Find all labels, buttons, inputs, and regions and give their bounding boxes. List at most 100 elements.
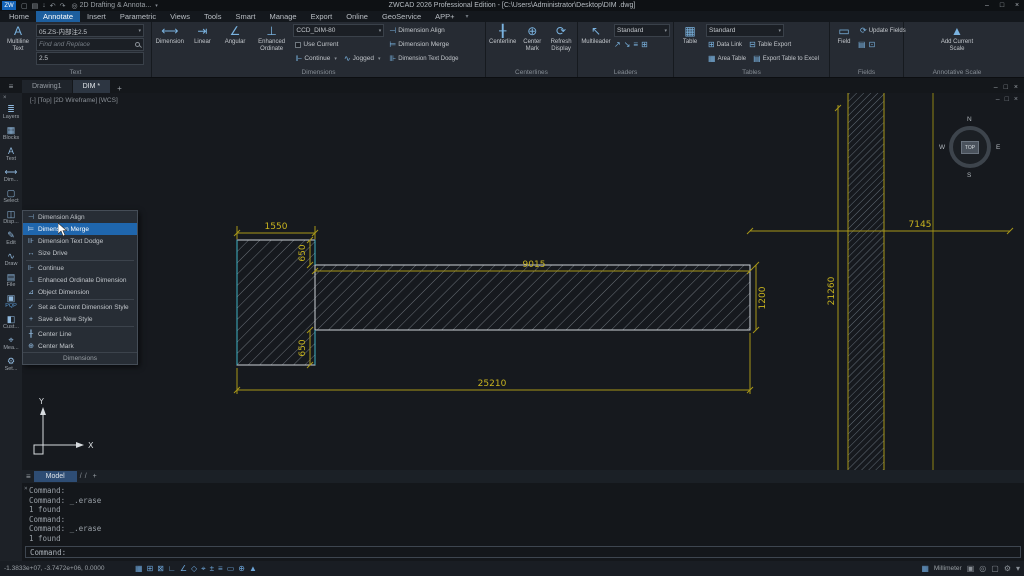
command-input[interactable]: Command: xyxy=(25,546,1021,558)
sidebar-item-dim[interactable]: ⟷ Dim... xyxy=(0,164,22,185)
center-mark-button[interactable]: ⊕ Center Mark xyxy=(519,24,545,67)
table-export-button[interactable]: ⊟ Table Export xyxy=(747,38,793,51)
export-table-excel-button[interactable]: ▤ Export Table to Excel xyxy=(751,52,821,65)
dim-style-select[interactable]: CCD_DIM-80 xyxy=(293,24,384,37)
text-style-select[interactable]: 05.ZS-内部注2.5 xyxy=(36,24,144,37)
compass-top-face[interactable]: TOP xyxy=(961,141,979,154)
field-button[interactable]: ▭ Field xyxy=(833,24,855,67)
viewport-minimize-icon[interactable]: – xyxy=(996,96,1000,103)
drawing-viewport[interactable]: [-] [Top] [2D Wireframe] [WCS] – □ × xyxy=(22,93,1024,470)
dimension-align-button[interactable]: ⊣ Dimension Align xyxy=(387,24,482,37)
sidebar-item-blocks[interactable]: ▦ Blocks xyxy=(0,122,22,143)
annotation-icon[interactable]: ▲ xyxy=(249,564,257,574)
close-button[interactable]: × xyxy=(1010,2,1024,9)
model-toggle-icon[interactable]: ▦ xyxy=(135,564,143,574)
doc-tab-dim[interactable]: DIM * xyxy=(73,80,111,93)
use-current-checkbox[interactable]: Use Current xyxy=(293,38,384,51)
field-sync-icon[interactable]: ⊡ xyxy=(869,40,876,49)
polar-icon[interactable]: ∠ xyxy=(180,564,187,574)
otrack-icon[interactable]: ⌖ xyxy=(201,564,206,574)
maximize-button[interactable]: □ xyxy=(995,2,1009,9)
osnap-icon[interactable]: ◇ xyxy=(191,564,197,574)
dyn-input-icon[interactable]: ± xyxy=(210,564,214,574)
new-tab-button[interactable]: + xyxy=(111,84,128,93)
ortho-icon[interactable]: ∟ xyxy=(168,564,176,574)
tab-home[interactable]: Home xyxy=(2,11,36,22)
add-current-scale-button[interactable]: ▲ Add Current Scale xyxy=(935,24,979,67)
snap-icon[interactable]: ⊠ xyxy=(157,564,164,574)
dimension-button[interactable]: ⟷ Dimension xyxy=(155,24,185,67)
tab-app-plus[interactable]: APP+ xyxy=(428,11,461,22)
sidebar-item-measure[interactable]: ⌖ Mea... xyxy=(0,332,22,353)
add-leader-icon[interactable]: ↗ xyxy=(614,40,621,49)
sidebar-item-customize[interactable]: ◧ Cust... xyxy=(0,311,22,332)
multileader-button[interactable]: ↖ Multileader xyxy=(581,24,611,67)
sidebar-item-draw[interactable]: ∿ Draw xyxy=(0,248,22,269)
tab-views[interactable]: Views xyxy=(163,11,197,22)
angular-button[interactable]: ∠ Angular xyxy=(220,24,250,67)
centerline-button[interactable]: ╂ Centerline xyxy=(489,24,516,67)
undo-icon[interactable]: ↶ xyxy=(50,2,56,10)
layout-tab-icon[interactable]: / xyxy=(80,473,82,480)
redo-icon[interactable]: ↷ xyxy=(60,2,66,10)
open-icon[interactable]: ▤ xyxy=(32,2,39,10)
tab-online[interactable]: Online xyxy=(339,11,375,22)
menu-item-save-as-new-style[interactable]: + Save as New Style xyxy=(23,313,137,325)
save-icon[interactable]: ↓ xyxy=(42,2,46,10)
doc-minimize-button[interactable]: – xyxy=(994,84,998,91)
annotation-scale-icon[interactable]: ▣ xyxy=(967,564,975,573)
sidebar-item-pqp[interactable]: ▣ PQP xyxy=(0,290,22,311)
beam-entity[interactable] xyxy=(237,240,750,365)
doc-maximize-button[interactable]: □ xyxy=(1004,84,1008,91)
doc-tab-drawing1[interactable]: Drawing1 xyxy=(22,80,72,93)
sidebar-item-display[interactable]: ◫ Disp... xyxy=(0,206,22,227)
update-fields-button[interactable]: ⟳ Update Fields xyxy=(858,24,900,37)
doc-close-button[interactable]: × xyxy=(1014,84,1018,91)
field-settings-icon[interactable]: ▤ xyxy=(858,40,866,49)
sidebar-item-select[interactable]: ▢ Select xyxy=(0,185,22,206)
command-close-icon[interactable]: × xyxy=(24,485,28,492)
clean-screen-icon[interactable]: ▢ xyxy=(991,564,999,573)
add-layout-button[interactable]: + xyxy=(90,473,100,480)
menu-item-dimension-merge[interactable]: ⊨ Dimension Merge xyxy=(23,223,137,235)
menu-item-object-dimension[interactable]: ⊿ Object Dimension xyxy=(23,286,137,298)
collect-leader-icon[interactable]: ⊞ xyxy=(641,40,648,49)
data-link-button[interactable]: ⊞ Data Link xyxy=(706,38,744,51)
tab-annotate[interactable]: Annotate xyxy=(36,11,80,22)
sidebar-item-settings[interactable]: ⚙ Set... xyxy=(0,353,22,374)
menu-item-set-current-dimension-style[interactable]: ✓ Set as Current Dimension Style xyxy=(23,301,137,313)
compass-north[interactable]: N xyxy=(967,116,972,123)
remove-leader-icon[interactable]: ↘ xyxy=(624,40,631,49)
view-compass[interactable]: N S W E TOP xyxy=(938,117,1002,179)
jogged-button[interactable]: ∿ Jogged xyxy=(342,52,383,65)
linear-button[interactable]: ⇥ Linear xyxy=(188,24,218,67)
menu-item-center-mark[interactable]: ⊕ Center Mark xyxy=(23,340,137,352)
unit-icon[interactable]: ▦ xyxy=(921,564,929,573)
table-button[interactable]: ▦ Table xyxy=(677,24,703,67)
menu-item-size-drive[interactable]: ↔ Size Drive xyxy=(23,247,137,259)
find-replace-input[interactable]: Find and Replace xyxy=(36,38,144,51)
viewport-controls-label[interactable]: [-] [Top] [2D Wireframe] [WCS] xyxy=(30,97,118,104)
menu-item-enhanced-ordinate-dimension[interactable]: ⊥ Enhanced Ordinate Dimension xyxy=(23,274,137,286)
command-line-panel[interactable]: × Command: Command: _.erase 1 found Comm… xyxy=(22,483,1024,561)
sidebar-item-text[interactable]: A Text xyxy=(0,143,22,164)
dimension-merge-button[interactable]: ⊨ Dimension Merge xyxy=(387,38,482,51)
transparency-icon[interactable]: ▭ xyxy=(227,564,235,574)
menu-item-dimension-align[interactable]: ⊣ Dimension Align xyxy=(23,211,137,223)
collapse-icon[interactable]: ▾ xyxy=(1016,564,1020,573)
cycle-icon[interactable]: ⊕ xyxy=(238,564,245,574)
text-height-input[interactable]: 2.5 xyxy=(36,52,144,65)
menu-item-dimension-text-dodge[interactable]: ⊪ Dimension Text Dodge xyxy=(23,235,137,247)
compass-south[interactable]: S xyxy=(967,172,971,179)
refresh-display-button[interactable]: ⟳ Refresh Display xyxy=(548,24,574,67)
ucs-icon[interactable] xyxy=(34,407,84,454)
enhanced-ordinate-button[interactable]: ⊥ Enhanced Ordinate xyxy=(253,24,291,67)
viewport-close-icon[interactable]: × xyxy=(1014,96,1018,103)
minimize-button[interactable]: – xyxy=(980,2,994,9)
sidebar-item-edit[interactable]: ✎ Edit xyxy=(0,227,22,248)
continue-button[interactable]: ⊩ Continue xyxy=(293,52,339,65)
multiline-text-button[interactable]: A Multiline Text xyxy=(3,24,33,67)
tab-geoservice[interactable]: GeoService xyxy=(375,11,428,22)
unit-label[interactable]: Millimeter xyxy=(934,565,962,572)
tab-manage[interactable]: Manage xyxy=(262,11,303,22)
